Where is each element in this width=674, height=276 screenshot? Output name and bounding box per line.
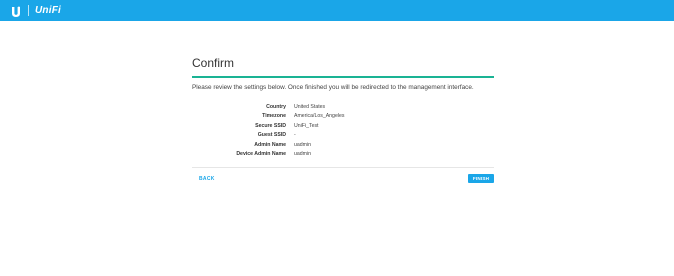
finish-button[interactable]: FINISH xyxy=(468,174,494,183)
title-underline xyxy=(192,76,494,78)
setting-row-country: Country United States xyxy=(192,102,494,112)
setting-label: Timezone xyxy=(262,113,286,120)
setting-row-admin-name: Admin Name uadmin xyxy=(192,140,494,150)
setting-value: uadmin xyxy=(294,151,312,158)
setting-row-guest-ssid: Guest SSID - xyxy=(192,131,494,141)
setting-row-device-admin-name: Device Admin Name uadmin xyxy=(192,150,494,160)
ubiquiti-u-icon xyxy=(10,5,22,17)
footer-divider xyxy=(192,167,494,168)
back-button[interactable]: BACK xyxy=(199,176,215,182)
setting-row-secure-ssid: Secure SSID UniFi_Test xyxy=(192,121,494,131)
setting-value: United States xyxy=(294,103,326,110)
wizard-actions: BACK FINISH xyxy=(192,174,494,183)
setting-value: uadmin xyxy=(294,141,312,148)
setting-value: America/Los_Angeles xyxy=(294,113,345,120)
setting-value: UniFi_Test xyxy=(294,122,319,129)
setting-label: Guest SSID xyxy=(257,132,286,139)
brand-name: UniFi xyxy=(35,5,61,16)
brand-separator xyxy=(28,5,29,16)
page-title: Confirm xyxy=(192,56,235,70)
top-bar: UniFi xyxy=(0,0,674,21)
setting-label: Secure SSID xyxy=(255,122,286,129)
setting-row-timezone: Timezone America/Los_Angeles xyxy=(192,112,494,122)
confirm-description: Please review the settings below. Once f… xyxy=(192,84,474,91)
setting-label: Device Admin Name xyxy=(236,151,286,158)
settings-summary: Country United States Timezone America/L… xyxy=(192,102,494,159)
setting-label: Admin Name xyxy=(254,141,286,148)
setting-value: - xyxy=(294,132,296,139)
setting-label: Country xyxy=(266,103,286,110)
confirm-panel: Confirm Please review the settings below… xyxy=(192,56,494,183)
